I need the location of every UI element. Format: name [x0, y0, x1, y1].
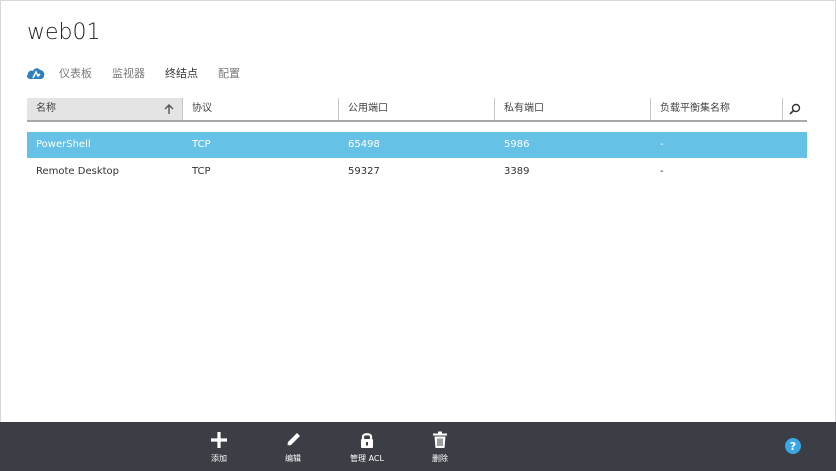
- page-title: web01: [27, 20, 101, 45]
- help-button[interactable]: ?: [785, 438, 801, 454]
- cell-private-port: 3389: [504, 166, 530, 177]
- sort-ascending-icon: [164, 104, 174, 114]
- pencil-icon: [287, 433, 300, 446]
- column-header-name[interactable]: 名称: [27, 98, 183, 120]
- lock-icon: [361, 433, 373, 448]
- edit-button-label: 编辑: [285, 454, 301, 463]
- trash-icon: [433, 431, 447, 448]
- plus-icon: [211, 432, 227, 448]
- delete-button[interactable]: 删除: [410, 422, 470, 471]
- tab-configure[interactable]: 配置: [218, 65, 240, 81]
- cell-lb-set: -: [660, 166, 664, 177]
- column-header-lb-set[interactable]: 负载平衡集名称: [651, 98, 783, 120]
- cloud-service-icon[interactable]: [26, 66, 46, 80]
- nav-tabs: 仪表板 监视器 终结点 配置: [26, 65, 260, 81]
- table-row[interactable]: PowerShell TCP 65498 5986 -: [27, 132, 807, 158]
- column-header-protocol[interactable]: 协议: [183, 98, 339, 120]
- column-header-label: 负载平衡集名称: [660, 103, 730, 114]
- endpoints-table: 名称 协议 公用端口 私有端口 负载平衡集名称 PowerShell TCP 6…: [27, 98, 807, 177]
- column-header-public-port[interactable]: 公用端口: [339, 98, 495, 120]
- add-button-label: 添加: [211, 454, 227, 463]
- cell-public-port: 65498: [348, 139, 380, 150]
- table-row[interactable]: Remote Desktop TCP 59327 3389 -: [27, 159, 807, 185]
- cell-name: Remote Desktop: [36, 166, 120, 177]
- edit-button[interactable]: 编辑: [263, 422, 323, 471]
- help-icon: ?: [789, 439, 797, 453]
- cell-protocol: TCP: [192, 139, 211, 150]
- tab-dashboard[interactable]: 仪表板: [59, 65, 92, 81]
- delete-button-label: 删除: [432, 454, 448, 463]
- cell-name: PowerShell: [36, 139, 91, 150]
- add-button[interactable]: 添加: [189, 422, 249, 471]
- command-bar: 添加 编辑 管理 ACL 删除: [0, 422, 836, 471]
- cell-protocol: TCP: [192, 166, 211, 177]
- cell-public-port: 59327: [348, 166, 380, 177]
- table-search-button[interactable]: [783, 98, 807, 120]
- table-header: 名称 协议 公用端口 私有端口 负载平衡集名称: [27, 98, 807, 122]
- column-header-label: 协议: [192, 103, 212, 114]
- column-header-label: 公用端口: [348, 103, 388, 114]
- search-icon: [789, 103, 801, 115]
- manage-acl-button-label: 管理 ACL: [350, 454, 384, 463]
- cell-private-port: 5986: [504, 139, 530, 150]
- manage-acl-button[interactable]: 管理 ACL: [337, 422, 397, 471]
- column-header-label: 私有端口: [504, 103, 544, 114]
- column-header-private-port[interactable]: 私有端口: [495, 98, 651, 120]
- column-header-label: 名称: [36, 103, 56, 114]
- tab-endpoints[interactable]: 终结点: [165, 65, 198, 81]
- cell-lb-set: -: [660, 139, 664, 150]
- tab-monitor[interactable]: 监视器: [112, 65, 145, 81]
